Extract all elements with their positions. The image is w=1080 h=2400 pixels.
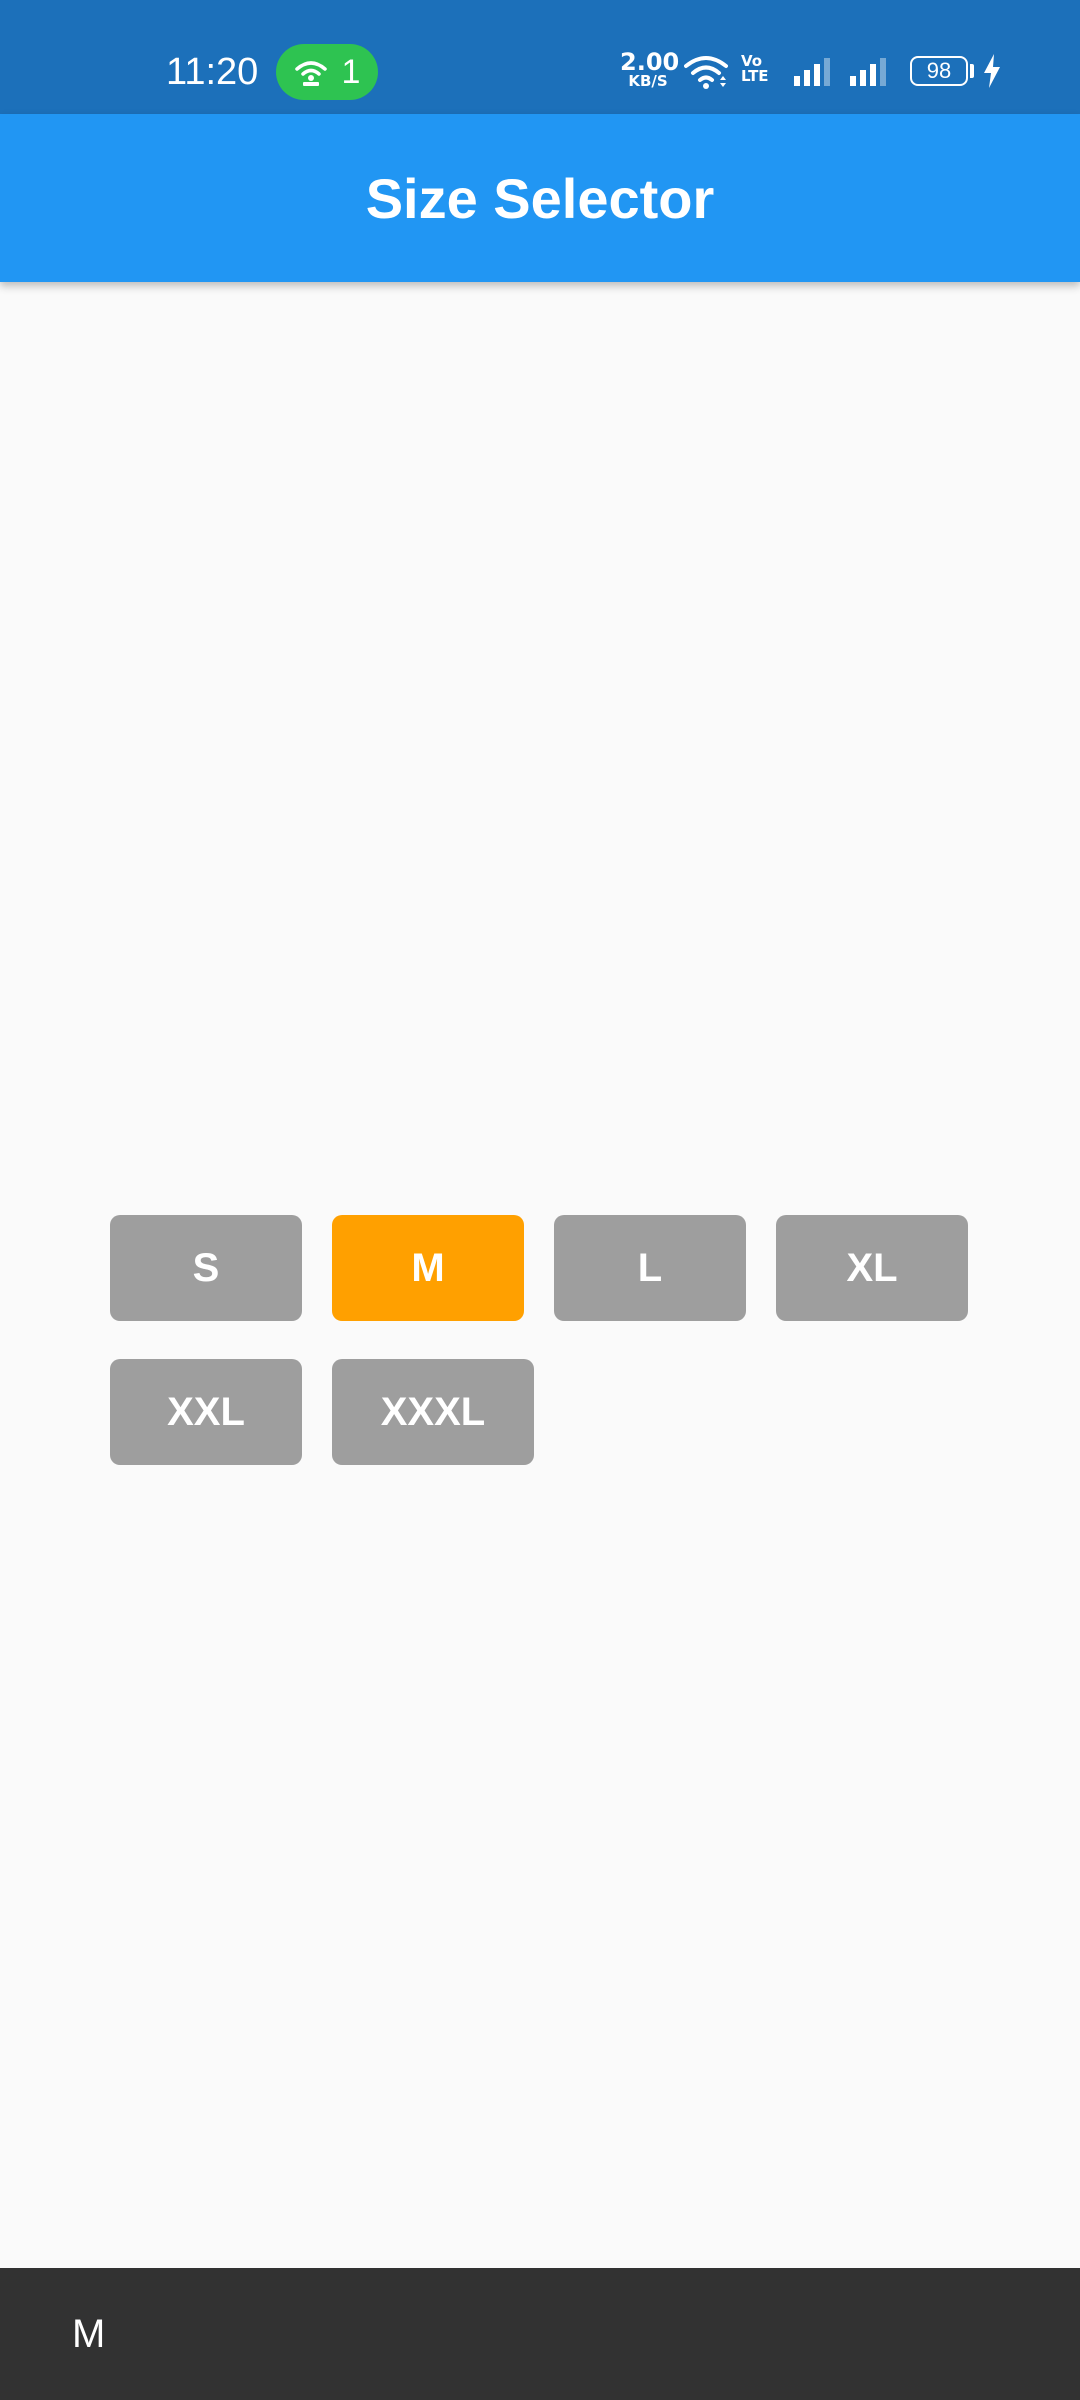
- size-option-m[interactable]: M: [332, 1215, 524, 1321]
- page-title: Size Selector: [365, 166, 715, 230]
- wifi-icon: [684, 56, 728, 89]
- size-option-xl[interactable]: XL: [776, 1215, 968, 1321]
- hotspot-indicator[interactable]: 1: [276, 44, 378, 100]
- volte-bottom: LTE: [741, 67, 769, 85]
- network-speed-value: 2.00: [620, 48, 680, 76]
- signal-icon: [850, 58, 886, 86]
- size-option-xxxl[interactable]: XXXL: [332, 1359, 534, 1465]
- network-speed: 2.00 KB/S: [620, 48, 680, 90]
- hotspot-icon: [294, 61, 327, 86]
- battery-tip: [970, 64, 974, 78]
- snackbar: M: [0, 2268, 1080, 2400]
- size-option-l[interactable]: L: [554, 1215, 746, 1321]
- snackbar-message: M: [72, 2311, 106, 2356]
- signal-icon: [794, 58, 830, 86]
- volte-icon: Vo LTE: [741, 54, 769, 84]
- status-time: 11:20: [166, 51, 259, 93]
- charging-icon: [984, 54, 1000, 88]
- size-option-xxl[interactable]: XXL: [110, 1359, 302, 1465]
- app-bar: Size Selector: [0, 114, 1080, 282]
- status-bar: 11:20 1 2.00 KB/S Vo LTE 98: [0, 0, 1080, 114]
- battery-level: 98: [926, 58, 952, 83]
- battery-icon: 98: [910, 56, 968, 86]
- size-option-s[interactable]: S: [110, 1215, 302, 1321]
- hotspot-count: 1: [341, 52, 361, 91]
- network-speed-unit: KB/S: [628, 72, 668, 90]
